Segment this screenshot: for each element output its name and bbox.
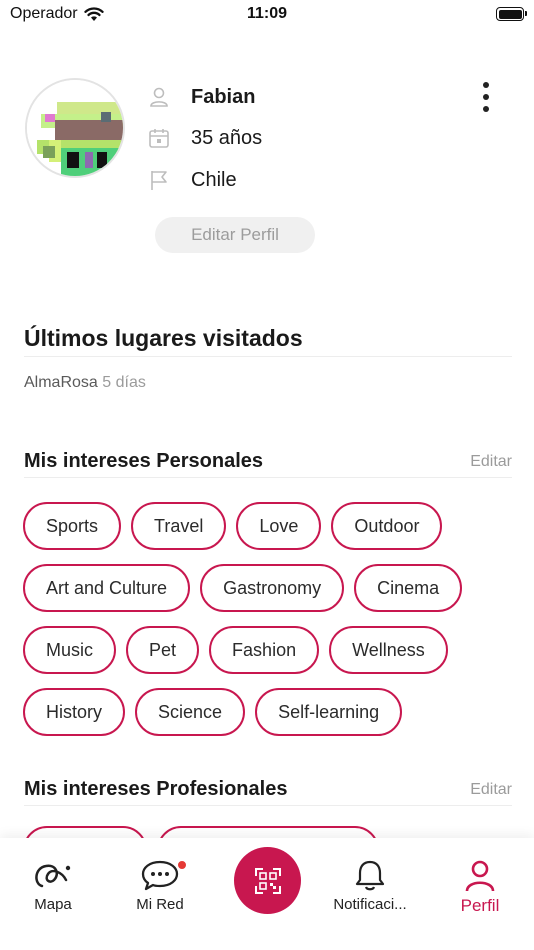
divider — [24, 477, 512, 478]
interest-chip[interactable]: Self-learning — [255, 688, 403, 736]
divider — [24, 805, 512, 806]
interest-chip[interactable]: Science — [135, 688, 246, 736]
flag-icon — [147, 168, 171, 192]
personal-interests-chips: Sports Travel Love Outdoor Art and Cultu… — [23, 502, 515, 736]
interest-chip[interactable]: Fashion — [209, 626, 320, 674]
avatar[interactable] — [25, 78, 125, 178]
interest-chip[interactable]: Travel — [131, 502, 227, 550]
clock: 11:09 — [246, 5, 288, 22]
tab-label: Mi Red — [136, 896, 184, 913]
interest-chip[interactable]: Wellness — [329, 626, 448, 674]
status-bar: Operador 11:09 — [0, 0, 534, 30]
qr-code-icon — [254, 867, 281, 894]
tab-bar: Mapa Mi Red Notificaci... Perfil — [0, 838, 534, 950]
interest-chip[interactable]: Music — [23, 626, 117, 674]
personal-interests-title: Mis intereses Personales — [24, 450, 264, 472]
interest-chip[interactable]: Love — [236, 502, 322, 550]
profile-name: Fabian — [191, 85, 256, 108]
interest-chip[interactable]: Outdoor — [331, 502, 443, 550]
chat-bubble-icon — [141, 860, 179, 891]
interest-chip[interactable]: Cinema — [354, 564, 463, 612]
tab-mi-red[interactable]: Mi Red — [110, 858, 210, 913]
country-row: Chile — [147, 168, 237, 192]
age-row: 35 años — [147, 126, 262, 150]
person-icon — [465, 860, 495, 892]
divider — [24, 356, 512, 357]
recent-places-title: Últimos lugares visitados — [24, 325, 303, 351]
notification-badge — [177, 860, 187, 870]
tab-notificaciones[interactable]: Notificaci... — [320, 858, 420, 913]
profile-country: Chile — [191, 168, 237, 191]
bell-icon — [355, 860, 385, 891]
professional-interests-title: Mis intereses Profesionales — [24, 778, 288, 800]
recent-place-time: 5 días — [102, 374, 146, 391]
calendar-icon — [147, 126, 171, 150]
edit-professional-interests-link[interactable]: Editar — [470, 781, 512, 799]
tab-label: Notificaci... — [333, 896, 407, 913]
map-logo-icon — [35, 864, 71, 888]
tab-label: Mapa — [34, 896, 72, 913]
interest-chip[interactable]: Gastronomy — [200, 564, 345, 612]
professional-interests-chips — [23, 826, 515, 838]
interest-chip[interactable]: Sports — [23, 502, 122, 550]
professional-interest-chip[interactable] — [157, 826, 379, 838]
recent-place-item[interactable]: AlmaRosa 5 días — [24, 374, 146, 392]
edit-personal-interests-link[interactable]: Editar — [470, 453, 512, 471]
tab-perfil[interactable]: Perfil — [430, 860, 530, 916]
professional-interest-chip[interactable] — [23, 826, 147, 838]
interest-chip[interactable]: Art and Culture — [23, 564, 191, 612]
interest-chip[interactable]: History — [23, 688, 126, 736]
more-options-icon[interactable] — [474, 80, 498, 114]
name-row: Fabian — [147, 85, 255, 109]
interest-chip[interactable]: Pet — [126, 626, 200, 674]
avatar-image — [27, 80, 123, 176]
recent-place-name: AlmaRosa — [24, 374, 98, 391]
qr-scan-button[interactable] — [234, 847, 301, 914]
battery-icon — [496, 7, 527, 21]
tab-mapa[interactable]: Mapa — [3, 858, 103, 913]
tab-label: Perfil — [460, 896, 500, 915]
edit-profile-button[interactable]: Editar Perfil — [155, 217, 315, 253]
profile-age: 35 años — [191, 126, 263, 149]
user-icon — [147, 85, 171, 109]
